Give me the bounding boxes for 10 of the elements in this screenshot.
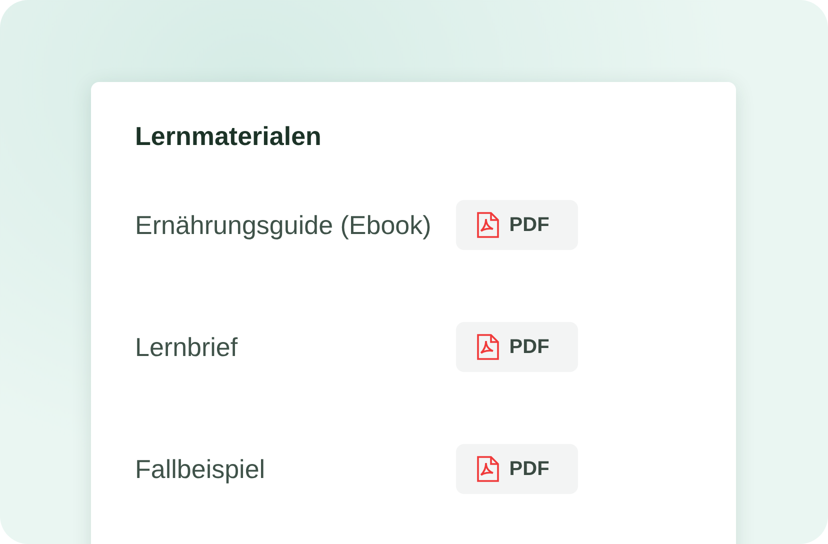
pdf-download-button[interactable]: PDF xyxy=(456,322,578,372)
pdf-file-icon xyxy=(477,212,500,238)
pdf-file-icon xyxy=(477,456,500,482)
pdf-download-button[interactable]: PDF xyxy=(456,444,578,494)
card-title: Lernmaterialen xyxy=(135,120,322,153)
material-name: Ernährungsguide (Ebook) xyxy=(135,209,432,242)
material-name: Lernbrief xyxy=(135,331,239,364)
material-name: Fallbeispiel xyxy=(135,453,266,486)
pdf-file-icon xyxy=(477,334,500,360)
pdf-download-button[interactable]: PDF xyxy=(456,200,578,250)
